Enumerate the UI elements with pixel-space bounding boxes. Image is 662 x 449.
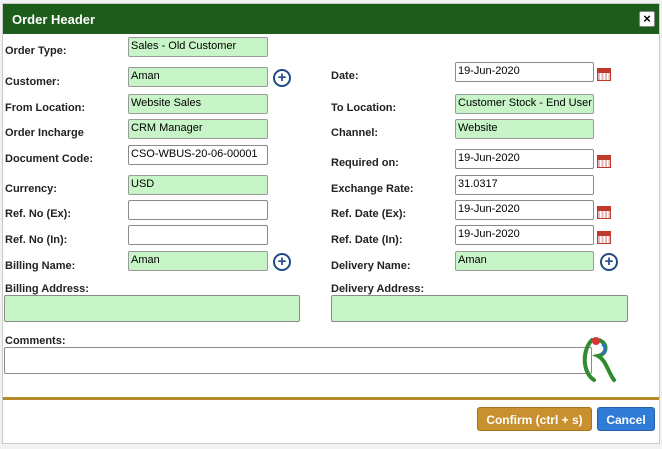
delivery-address-textarea[interactable] [331,295,628,322]
date-input[interactable]: 19-Jun-2020 [455,62,594,82]
billing-address-textarea[interactable] [4,295,300,322]
label-required-on: Required on: [331,157,399,169]
required-on-input[interactable]: 19-Jun-2020 [455,149,594,169]
add-customer-icon[interactable]: + [273,69,291,87]
dialog-title: Order Header [12,12,96,27]
ref-date-ex-calendar-icon[interactable] [597,206,611,219]
label-delivery-address: Delivery Address: [331,283,425,295]
ref-date-in-calendar-icon[interactable] [597,231,611,244]
ref-date-ex-input[interactable]: 19-Jun-2020 [455,200,594,220]
channel-field[interactable]: Website [455,119,594,139]
label-exchange-rate: Exchange Rate: [331,183,414,195]
label-currency: Currency: [5,183,57,195]
label-ref-no-ex: Ref. No (Ex): [5,208,71,220]
document-code-field[interactable]: CSO-WBUS-20-06-00001 [128,145,268,165]
label-ref-no-in: Ref. No (In): [5,234,68,246]
label-customer: Customer: [5,76,61,88]
label-delivery-name: Delivery Name: [331,260,411,272]
label-date: Date: [331,70,359,82]
confirm-button[interactable]: Confirm (ctrl + s) [477,407,592,431]
to-location-field[interactable]: Customer Stock - End User [455,94,594,114]
label-from-location: From Location: [5,102,86,114]
label-comments: Comments: [5,335,66,347]
brand-logo-icon [582,337,616,382]
label-ref-date-ex: Ref. Date (Ex): [331,208,407,220]
label-document-code: Document Code: [5,153,93,165]
label-ref-date-in: Ref. Date (In): [331,234,403,246]
from-location-field[interactable]: Website Sales [128,94,268,114]
close-button[interactable]: × [639,11,655,27]
order-header-dialog: Order Header × Order Type: Customer: Fro… [2,3,660,444]
add-delivery-name-icon[interactable]: + [600,253,618,271]
order-incharge-field[interactable]: CRM Manager [128,119,268,139]
label-channel: Channel: [331,127,379,139]
cancel-button[interactable]: Cancel [597,407,655,431]
label-order-type: Order Type: [5,45,67,57]
exchange-rate-input[interactable]: 31.0317 [455,175,594,195]
label-billing-name: Billing Name: [5,260,76,272]
currency-field[interactable]: USD [128,175,268,195]
customer-field[interactable]: Aman [128,67,268,87]
delivery-name-field[interactable]: Aman [455,251,594,271]
label-billing-address: Billing Address: [5,283,89,295]
ref-no-in-input[interactable] [128,225,268,245]
add-billing-name-icon[interactable]: + [273,253,291,271]
billing-name-field[interactable]: Aman [128,251,268,271]
label-to-location: To Location: [331,102,397,114]
footer-divider [3,397,659,400]
label-order-incharge: Order Incharge [5,127,84,139]
comments-textarea[interactable] [4,347,592,374]
ref-no-ex-input[interactable] [128,200,268,220]
dialog-titlebar: Order Header × [3,4,659,34]
ref-date-in-input[interactable]: 19-Jun-2020 [455,225,594,245]
required-on-calendar-icon[interactable] [597,155,611,168]
date-calendar-icon[interactable] [597,68,611,81]
order-type-field[interactable]: Sales - Old Customer [128,37,268,57]
